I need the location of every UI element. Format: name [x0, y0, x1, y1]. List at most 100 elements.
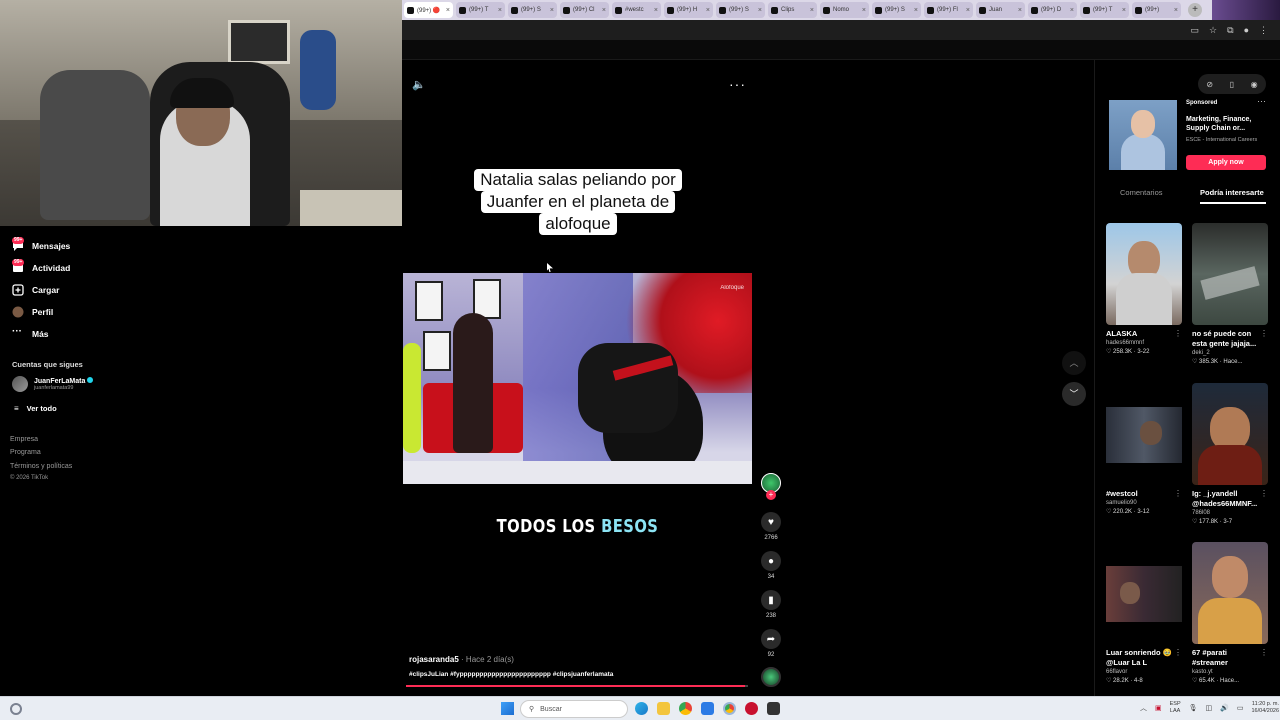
see-all-button[interactable]: ≡ Ver todo — [14, 404, 57, 413]
video-progress-bar[interactable] — [406, 685, 748, 687]
close-tab-icon[interactable]: × — [1174, 7, 1178, 14]
footer-link-program[interactable]: Programa — [10, 449, 41, 456]
card-options-icon[interactable]: ⋮ — [1260, 329, 1268, 338]
video-author[interactable]: rojasaranda5 · Hace 2 día(s) — [409, 655, 514, 664]
browser-tab[interactable]: Clips × — [768, 2, 817, 18]
like-button[interactable]: ♥ 2766 — [761, 512, 781, 541]
card-options-icon[interactable]: ⋮ — [1260, 489, 1268, 498]
video-thumbnail[interactable] — [1192, 542, 1268, 644]
next-video-button[interactable]: ﹀ — [1062, 382, 1086, 406]
browser-menu-icon[interactable]: ⋮ — [1259, 25, 1268, 36]
browser-tab[interactable]: (99+) × — [1132, 2, 1181, 18]
card-options-icon[interactable]: ⋮ — [1174, 489, 1182, 498]
ad-thumbnail[interactable] — [1109, 100, 1177, 170]
card-options-icon[interactable]: ⋮ — [1260, 648, 1268, 657]
tab-comments[interactable]: Comentarios — [1120, 188, 1163, 197]
battery-icon[interactable]: ▭ — [1237, 704, 1244, 712]
card-author[interactable]: samuelio90 — [1106, 500, 1182, 506]
chrome-active-icon[interactable] — [723, 702, 736, 715]
browser-tab[interactable]: (99+) Fl × — [924, 2, 973, 18]
close-tab-icon[interactable]: × — [862, 7, 866, 14]
new-tab-button[interactable]: + — [1188, 3, 1202, 17]
recommended-video-card[interactable]: Ig: _j.yandell @hades66MMNF... ⋮ 786l08 … — [1192, 383, 1268, 525]
bookmark-star-icon[interactable]: ☆ — [1209, 25, 1217, 36]
close-tab-icon[interactable]: × — [1070, 7, 1074, 14]
video-thumbnail[interactable] — [1192, 223, 1268, 325]
recommended-video-card[interactable]: 67 #parati #streamer ⋮ kasto.yt ♡ 65.4K … — [1192, 542, 1268, 684]
windows-start-icon[interactable] — [501, 702, 514, 715]
volume-icon[interactable]: 🔈 — [412, 78, 426, 91]
apply-now-button[interactable]: Apply now — [1186, 155, 1266, 170]
browser-tab[interactable]: #westc × — [612, 2, 661, 18]
close-tab-icon[interactable]: × — [446, 7, 450, 14]
sidebar-item-upload[interactable]: Cargar — [12, 284, 59, 296]
edge-browser-icon[interactable] — [635, 702, 648, 715]
card-author[interactable]: 66flavor — [1106, 669, 1182, 675]
sidebar-item-messages[interactable]: 99+ Mensajes — [12, 237, 70, 252]
music-disc-icon[interactable] — [761, 667, 781, 687]
device-icon[interactable]: ▯ — [1230, 80, 1234, 89]
recommended-video-card[interactable]: no sé puede con esta gente jajaja... ⋮ d… — [1192, 223, 1268, 365]
browser-tab[interactable]: (99+) 🔴 × — [404, 2, 453, 18]
video-frame[interactable]: Alofoque — [403, 273, 752, 484]
card-options-icon[interactable]: ⋮ — [1174, 329, 1182, 338]
close-tab-icon[interactable]: × — [706, 7, 710, 14]
taskbar-search[interactable]: ⚲ Buscar — [520, 700, 628, 718]
network-icon[interactable]: ◫ — [1206, 704, 1213, 712]
volume-icon[interactable]: 🔊 — [1220, 704, 1229, 712]
browser-tab[interactable]: (99+) D × — [1028, 2, 1077, 18]
browser-tab[interactable]: (99+) T × — [1080, 2, 1129, 18]
card-author[interactable]: deki_2 — [1192, 350, 1268, 356]
follow-plus-icon[interactable]: + — [766, 490, 776, 500]
tray-app-icon[interactable]: ▣ — [1155, 704, 1162, 712]
sidebar-item-activity[interactable]: 99+ Actividad — [12, 259, 70, 274]
footer-link-terms[interactable]: Términos y políticas — [10, 463, 72, 470]
ad-title[interactable]: Marketing, Finance, Supply Chain or... — [1186, 115, 1270, 133]
store-icon[interactable] — [701, 702, 714, 715]
close-tab-icon[interactable]: × — [654, 7, 658, 14]
recommended-video-card[interactable]: #westcol ⋮ samuelio90 ♡ 220.2K · 3-12 — [1106, 383, 1182, 515]
browser-tab[interactable]: (99+) S × — [872, 2, 921, 18]
ad-options-icon[interactable]: ··· — [1257, 96, 1266, 106]
browser-tab[interactable]: Juan × — [976, 2, 1025, 18]
tab-recommended[interactable]: Podría interesarte — [1200, 188, 1264, 197]
extensions-icon[interactable]: ⧉ — [1227, 25, 1233, 36]
close-tab-icon[interactable]: × — [602, 7, 606, 14]
mic-icon[interactable]: 🎙 — [1189, 704, 1198, 712]
video-options-icon[interactable]: ··· — [729, 76, 746, 92]
terminal-icon[interactable] — [767, 702, 780, 715]
previous-video-button[interactable]: ︿ — [1062, 351, 1086, 375]
browser-tab[interactable]: (99+) S × — [508, 2, 557, 18]
video-thumbnail[interactable] — [1106, 542, 1182, 644]
footer-link-company[interactable]: Empresa — [10, 436, 38, 443]
sidebar-item-profile[interactable]: Perfil — [12, 306, 53, 318]
avatar[interactable]: ◉ — [1251, 80, 1258, 89]
chrome-icon[interactable] — [679, 702, 692, 715]
sidebar-item-more[interactable]: ··· Más — [12, 327, 49, 340]
browser-tab[interactable]: (99+) S × — [716, 2, 765, 18]
file-explorer-icon[interactable] — [657, 702, 670, 715]
card-author[interactable]: kasto.yt — [1192, 669, 1268, 675]
close-tab-icon[interactable]: × — [1122, 7, 1126, 14]
following-account[interactable]: JuanFerLaMata juanferlamata99 — [12, 376, 94, 392]
recommended-video-card[interactable]: ALASKA ⋮ hades66mmnf ♡ 258.3K · 3-22 — [1106, 223, 1182, 355]
close-tab-icon[interactable]: × — [498, 7, 502, 14]
card-options-icon[interactable]: ⋮ — [1174, 648, 1182, 657]
taskbar-clock[interactable]: 11:20 p. m. 16/04/2026 — [1252, 701, 1280, 715]
comment-button[interactable]: ● 34 — [761, 551, 781, 580]
widgets-icon[interactable] — [10, 703, 22, 715]
recommended-video-card[interactable]: Luar sonriendo 🥹 @Luar La L @Lua... ⋮ 66… — [1106, 542, 1182, 684]
close-tab-icon[interactable]: × — [550, 7, 554, 14]
video-hashtags[interactable]: #clipsJuLian #fyppppppppppppppppppppppp … — [409, 671, 613, 678]
close-tab-icon[interactable]: × — [966, 7, 970, 14]
browser-tab[interactable]: Nomo × — [820, 2, 869, 18]
share-button[interactable]: ➦ 92 — [761, 629, 781, 658]
language-indicator[interactable]: ESP LAA — [1170, 701, 1181, 715]
card-author[interactable]: hades66mmnf — [1106, 340, 1182, 346]
compass-icon[interactable]: ⊘ — [1206, 80, 1213, 89]
cast-icon[interactable]: ▭ — [1191, 25, 1200, 36]
video-thumbnail[interactable] — [1106, 383, 1182, 485]
profile-icon[interactable]: ● — [1244, 25, 1249, 35]
video-thumbnail[interactable] — [1192, 383, 1268, 485]
close-tab-icon[interactable]: × — [810, 7, 814, 14]
